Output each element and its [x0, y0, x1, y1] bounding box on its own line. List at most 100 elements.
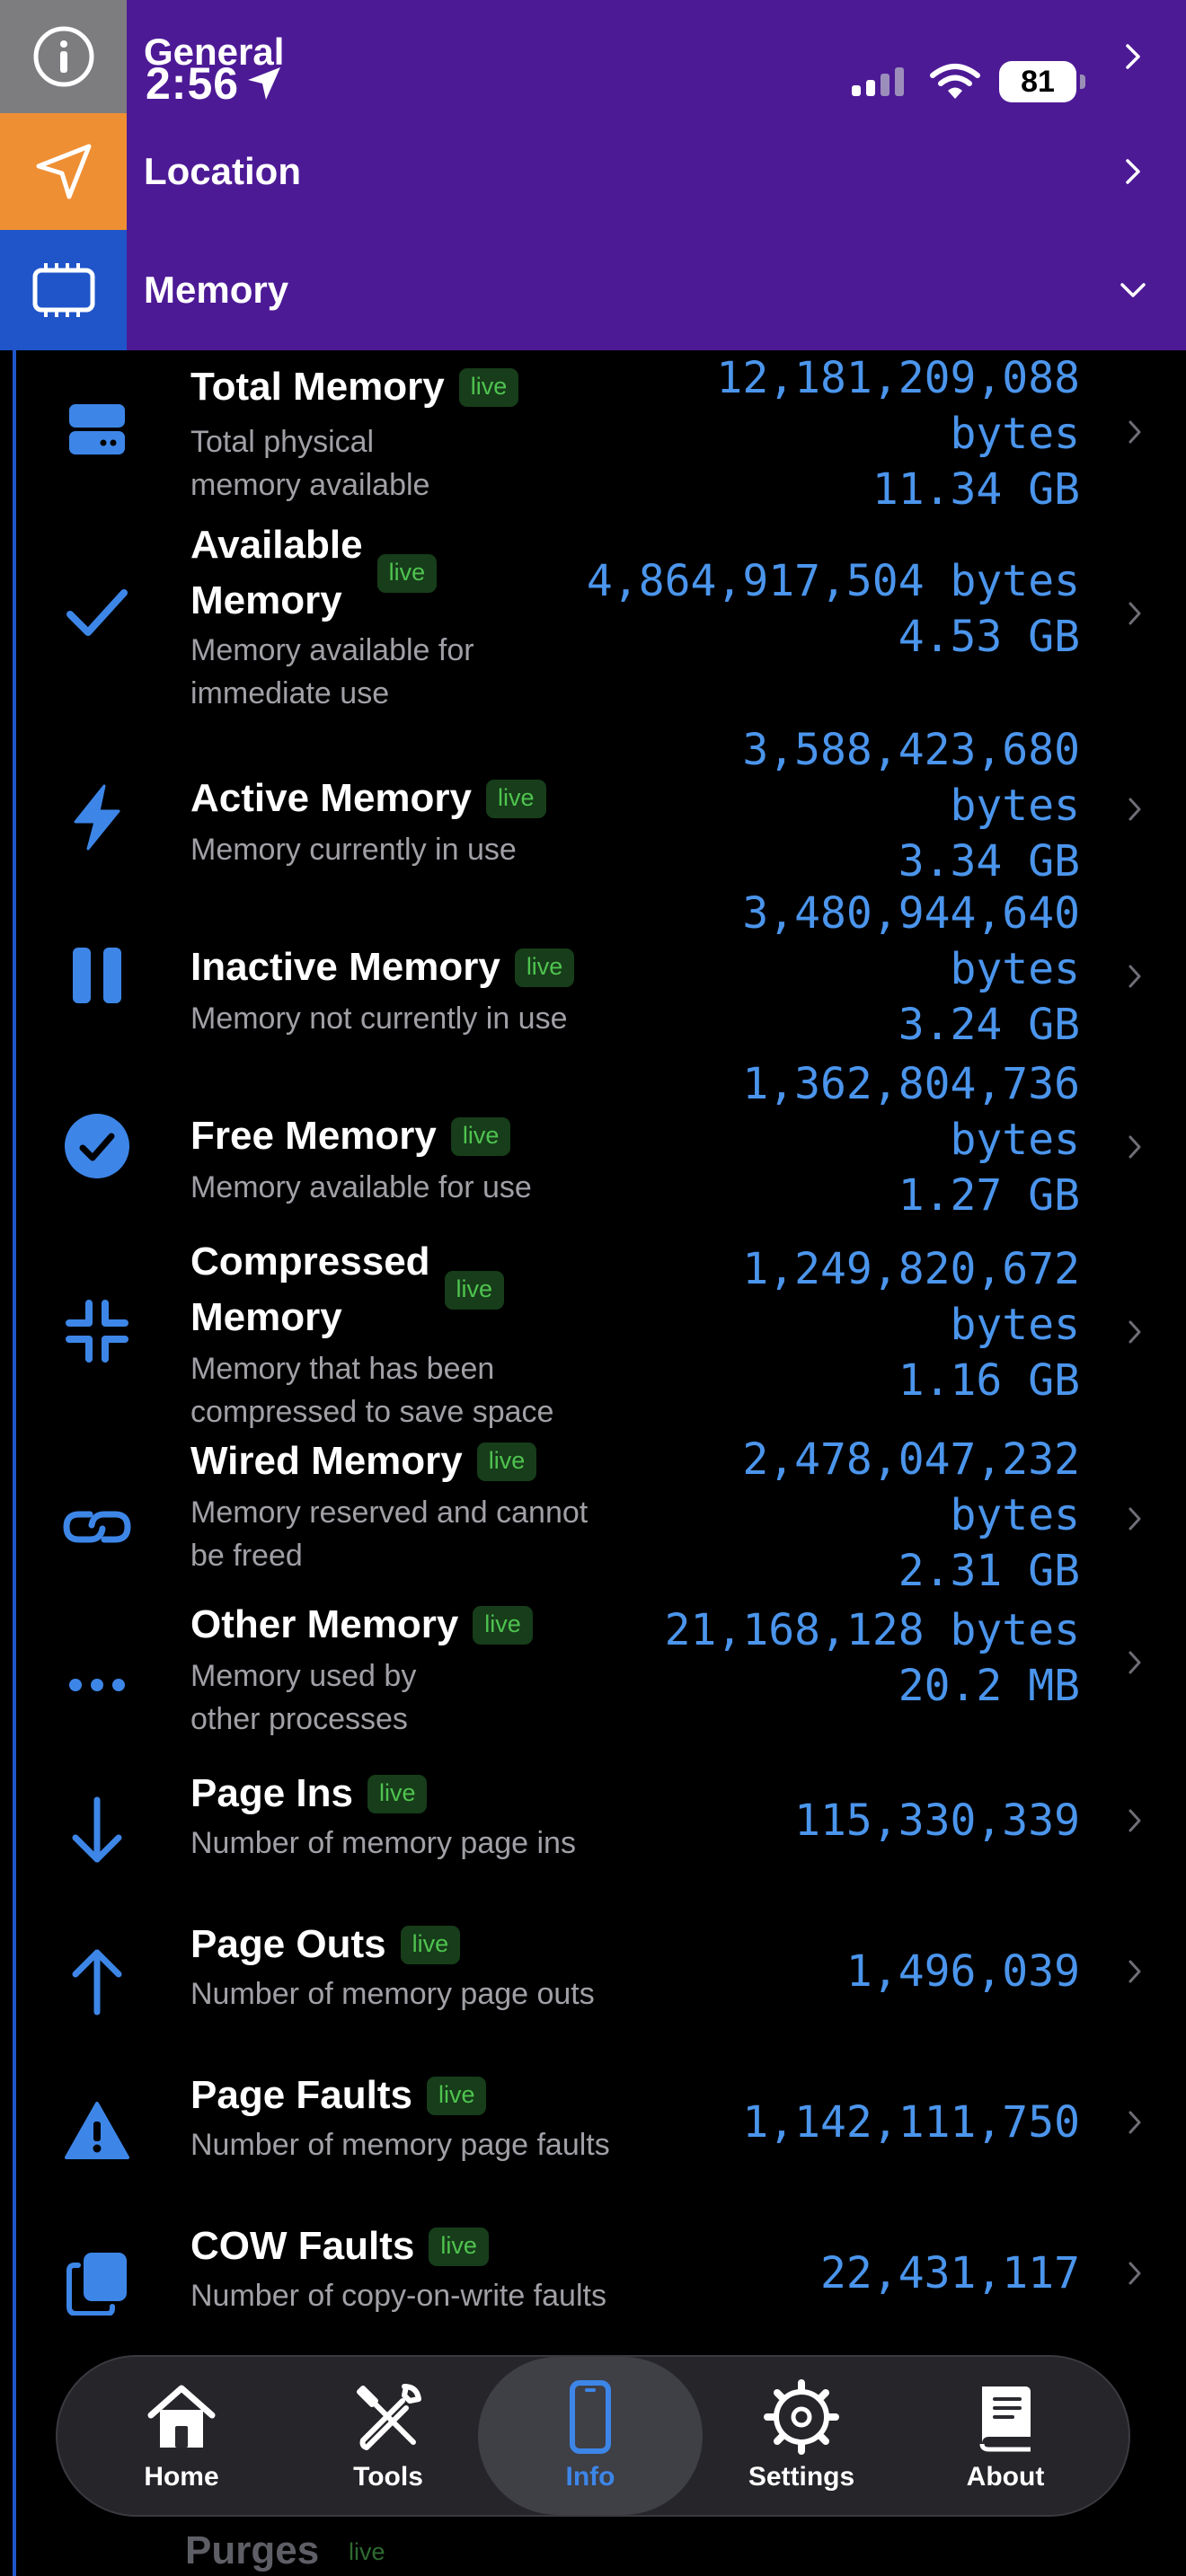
chevron-right-icon — [1128, 965, 1141, 988]
check-circle-icon — [61, 1110, 133, 1182]
live-badge: live — [444, 1270, 505, 1310]
row-title: Inactive Memory — [190, 945, 500, 989]
list-item[interactable]: Other Memory live Memory used by other p… — [16, 1599, 1186, 1766]
pause-icon — [61, 940, 133, 1011]
chevron-right-icon — [1128, 420, 1141, 444]
tab-home[interactable]: Home — [119, 2357, 244, 2515]
list-item[interactable]: COW Faults live Number of copy-on-write … — [16, 2219, 1186, 2369]
tab-about[interactable]: About — [938, 2357, 1073, 2515]
row-title: Available Memory — [190, 523, 363, 622]
ellipsis-icon — [61, 1649, 133, 1721]
row-subtitle: Memory available for immediate use — [190, 633, 474, 710]
row-title: Total Memory — [190, 365, 445, 409]
tab-settings[interactable]: Settings — [730, 2357, 873, 2515]
list-item[interactable]: Free Memory live Memory available for us… — [16, 1059, 1186, 1234]
row-value: 115,330,339 — [794, 1795, 1080, 1846]
row-subtitle: Number of memory page outs — [190, 1977, 595, 2011]
list-item[interactable]: Compressed Memory live Memory that has b… — [16, 1234, 1186, 1434]
chevron-right-icon — [1128, 1809, 1141, 1832]
chevron-right-icon — [1128, 1507, 1141, 1531]
chevron-right-icon — [1128, 1960, 1141, 1983]
row-title: Page Outs — [190, 1922, 386, 1966]
row-subtitle: Number of memory page ins — [190, 1826, 576, 1860]
list-item[interactable]: Page Ins live Number of memory page ins … — [16, 1766, 1186, 1917]
row-value: 12,181,209,088 bytes 11.34 GB — [716, 353, 1080, 515]
section-location-label: Location — [144, 150, 301, 192]
section-memory[interactable]: Memory — [0, 230, 1186, 350]
battery-indicator: 81 — [999, 61, 1085, 102]
list-item[interactable]: Inactive Memory live Memory not currentl… — [16, 888, 1186, 1063]
row-subtitle: Memory used by other processes — [190, 1659, 417, 1736]
chevron-right-icon — [1128, 1320, 1141, 1344]
row-value: 22,431,117 — [820, 2248, 1080, 2298]
chevron-right-icon — [1128, 2262, 1141, 2285]
row-subtitle: Memory available for use — [190, 1170, 532, 1204]
chevron-right-icon — [1128, 798, 1141, 821]
row-subtitle: Memory not currently in use — [190, 1001, 568, 1036]
live-badge: live — [476, 1442, 537, 1481]
row-value: 1,362,804,736 bytes 1.27 GB — [742, 1059, 1080, 1221]
status-time: 2:56 — [146, 57, 284, 110]
live-badge: live — [426, 2076, 487, 2115]
row-value: 1,142,111,750 — [742, 2097, 1080, 2148]
row-title: Wired Memory — [190, 1439, 463, 1483]
row-title: COW Faults — [190, 2224, 415, 2268]
gear-icon — [764, 2379, 839, 2455]
row-title: Compressed Memory — [190, 1239, 430, 1339]
memory-chip-icon — [0, 230, 127, 350]
live-badge: live — [400, 1925, 461, 1964]
row-title: Page Ins — [190, 1771, 353, 1815]
chevron-right-icon — [1128, 602, 1141, 625]
section-location[interactable]: Location — [0, 113, 1186, 230]
bolt-icon — [61, 781, 133, 853]
tab-bar: Home Tools Info Settings About — [56, 2355, 1130, 2517]
row-subtitle: Number of memory page faults — [190, 2128, 610, 2162]
row-value: 1,249,820,672 bytes 1.16 GB — [742, 1244, 1080, 1406]
chevron-right-icon — [1126, 159, 1140, 184]
list-item[interactable]: Page Outs live Number of memory page out… — [16, 1917, 1186, 2068]
live-badge: live — [473, 1605, 533, 1645]
chevron-right-icon — [1128, 2111, 1141, 2134]
chevron-right-icon — [1128, 1651, 1141, 1674]
checkmark-icon — [61, 577, 133, 648]
row-title: Active Memory — [190, 776, 473, 820]
row-value: 1,496,039 — [845, 1946, 1080, 1997]
arrow-down-icon — [61, 1795, 133, 1866]
phone-icon — [570, 2380, 611, 2454]
chevron-right-icon — [1126, 44, 1140, 69]
live-badge: live — [458, 367, 519, 407]
live-badge: live — [514, 948, 575, 987]
warning-icon — [61, 2095, 133, 2166]
list-item[interactable]: Available Memory live Memory available f… — [16, 517, 1186, 710]
row-title: Free Memory — [190, 1114, 437, 1158]
row-value: 3,588,423,680 bytes 3.34 GB — [742, 725, 1080, 887]
arrow-up-icon — [61, 1945, 133, 2017]
row-value: 2,478,047,232 bytes 2.31 GB — [742, 1434, 1080, 1596]
location-arrow-icon — [0, 113, 127, 230]
tab-tools[interactable]: Tools — [325, 2357, 451, 2515]
row-subtitle: Memory that has been compressed to save … — [190, 1352, 554, 1429]
list-item[interactable]: Total Memory live Total physical memory … — [16, 350, 1186, 517]
row-subtitle: Total physical memory available — [190, 425, 430, 502]
list-item[interactable]: Page Faults live Number of memory page f… — [16, 2068, 1186, 2219]
live-badge: live — [486, 779, 546, 818]
live-badge: live — [429, 2227, 489, 2266]
wifi-icon — [930, 64, 980, 99]
memory-list[interactable]: Total Memory live Total physical memory … — [13, 350, 1186, 2576]
status-indicators: 81 — [850, 61, 1085, 102]
section-memory-label: Memory — [144, 269, 289, 311]
live-badge: live — [450, 1116, 511, 1156]
row-title: Page Faults — [190, 2073, 412, 2117]
tools-icon — [357, 2384, 421, 2450]
location-services-icon — [248, 67, 281, 100]
storage-icon — [61, 393, 133, 465]
row-value: 4,864,917,504 bytes 4.53 GB — [586, 556, 1080, 662]
tab-info[interactable]: Info — [478, 2357, 703, 2515]
row-value: 21,168,128 bytes 20.2 MB — [664, 1605, 1080, 1711]
row-subtitle: Number of copy-on-write faults — [190, 2279, 606, 2313]
chevron-down-icon — [1120, 283, 1146, 297]
list-item[interactable]: Active Memory live Memory currently in u… — [16, 722, 1186, 893]
compress-icon — [61, 1295, 133, 1367]
row-value: 3,480,944,640 bytes 3.24 GB — [742, 888, 1080, 1050]
list-item[interactable]: Wired Memory live Memory reserved and ca… — [16, 1434, 1186, 1599]
